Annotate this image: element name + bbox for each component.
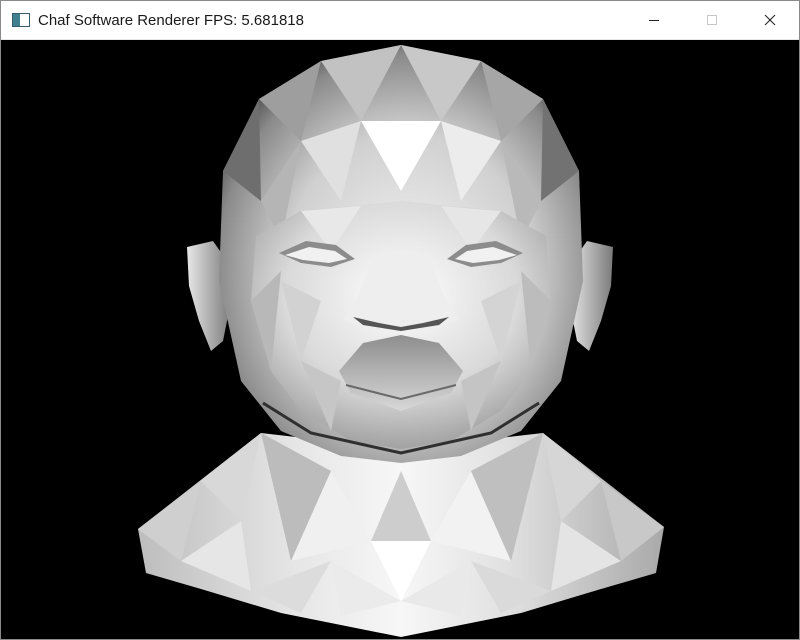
minimize-icon xyxy=(649,20,659,21)
window-controls xyxy=(625,1,799,39)
close-icon xyxy=(764,14,776,26)
minimize-button[interactable] xyxy=(625,1,683,39)
rendered-head-mesh xyxy=(138,45,664,637)
app-window-icon xyxy=(12,13,30,27)
window-title: Chaf Software Renderer FPS: 5.681818 xyxy=(38,11,304,29)
app-window: Chaf Software Renderer FPS: 5.681818 xyxy=(0,0,800,640)
title-bar[interactable]: Chaf Software Renderer FPS: 5.681818 xyxy=(1,1,799,40)
maximize-icon xyxy=(707,15,717,25)
close-button[interactable] xyxy=(741,1,799,39)
maximize-button[interactable] xyxy=(683,1,741,39)
render-viewport[interactable] xyxy=(1,40,799,639)
